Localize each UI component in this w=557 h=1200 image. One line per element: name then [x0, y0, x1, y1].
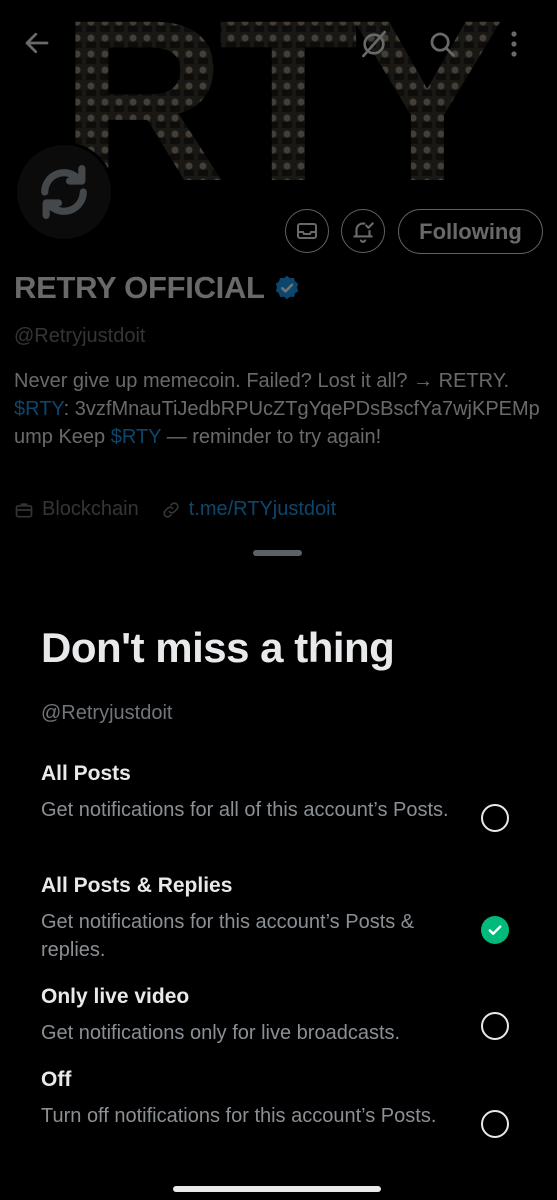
arrow-left-icon	[25, 32, 49, 54]
option-title: All Posts & Replies	[41, 874, 233, 897]
message-button[interactable]	[285, 209, 329, 253]
option-title: Off	[41, 1068, 72, 1091]
category-label: Blockchain	[42, 498, 139, 520]
option-all-posts[interactable]: All Posts Get notifications for all of t…	[0, 762, 557, 872]
sheet-title: Don't miss a thing	[41, 624, 395, 671]
sheet-drag-handle[interactable]	[253, 550, 302, 556]
profile-link[interactable]: t.me/RTYjustdoit	[161, 498, 336, 521]
envelope-icon	[297, 223, 317, 239]
verified-badge-icon	[275, 275, 298, 300]
radio-unchecked[interactable]	[481, 1012, 509, 1040]
home-indicator[interactable]	[173, 1186, 381, 1192]
check-icon	[488, 925, 502, 935]
briefcase-icon	[15, 502, 33, 517]
radio-checked[interactable]	[481, 916, 509, 944]
eye-off-icon	[362, 30, 386, 58]
option-off[interactable]: Off Turn off notifications for this acco…	[0, 1068, 557, 1178]
option-description: Get notifications only for live broadcas…	[41, 1022, 401, 1044]
radio-unchecked[interactable]	[481, 1110, 509, 1138]
profile-background: RTY Following RETRY OFFICIAL @Retryjustd…	[0, 0, 557, 580]
more-vertical-icon	[511, 31, 517, 57]
option-all-posts-replies[interactable]: All Posts & Replies Get notifications fo…	[0, 874, 557, 984]
more-button[interactable]	[500, 26, 528, 62]
radio-unchecked[interactable]	[481, 804, 509, 832]
profile-meta: Blockchain t.me/RTYjustdoit	[14, 498, 358, 521]
profile-bio: Never give up memecoin. Failed? Lost it …	[14, 367, 549, 451]
search-icon	[430, 32, 455, 57]
notification-settings-sheet: Don't miss a thing @Retryjustdoit All Po…	[0, 536, 557, 1200]
bio-text: Never give up memecoin. Failed? Lost it …	[14, 370, 510, 392]
option-only-live-video[interactable]: Only live video Get notifications only f…	[0, 985, 557, 1065]
display-name: RETRY OFFICIAL	[14, 270, 301, 306]
option-description: Turn off notifications for this account’…	[41, 1105, 437, 1127]
option-title: All Posts	[41, 762, 131, 785]
cashtag-link[interactable]: $RTY	[111, 426, 161, 448]
option-title: Only live video	[41, 985, 190, 1008]
search-button[interactable]	[424, 26, 460, 62]
profile-link-text[interactable]: t.me/RTYjustdoit	[189, 498, 336, 521]
bell-check-icon	[353, 222, 374, 243]
following-button[interactable]: Following	[398, 209, 543, 254]
option-description: Get notifications for this account’s Pos…	[41, 911, 415, 961]
option-description: Get notifications for all of this accoun…	[41, 799, 449, 821]
cashtag-link[interactable]: $RTY	[14, 398, 64, 420]
profile-avatar[interactable]	[14, 142, 114, 242]
back-button[interactable]	[20, 26, 54, 60]
link-icon	[163, 501, 179, 518]
hide-button[interactable]	[356, 26, 392, 62]
profile-handle: @Retryjustdoit	[14, 325, 146, 347]
refresh-icon	[41, 165, 87, 219]
notifications-button[interactable]	[341, 209, 385, 253]
sheet-handle-text: @Retryjustdoit	[41, 702, 173, 724]
display-name-text: RETRY OFFICIAL	[14, 270, 265, 305]
top-bar	[0, 0, 557, 90]
bio-text: — reminder to try again!	[161, 426, 382, 448]
profile-category: Blockchain	[14, 498, 139, 521]
